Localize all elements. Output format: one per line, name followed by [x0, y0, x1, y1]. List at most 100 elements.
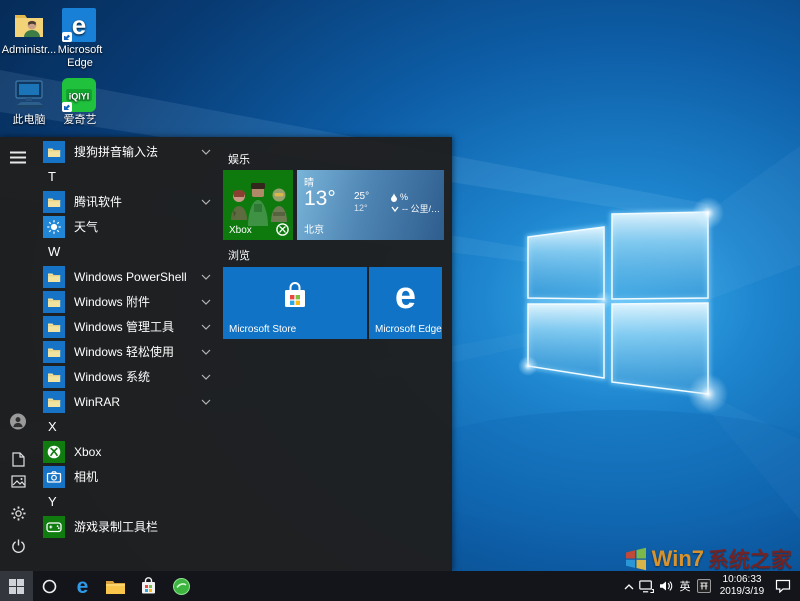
weather-wind: -- 公里/…	[402, 203, 440, 215]
section-letter: X	[48, 419, 57, 434]
app-label: Xbox	[74, 445, 218, 459]
app-label: 天气	[74, 218, 218, 235]
desktop-icon-iqiyi[interactable]: iQIYI 爱奇艺	[51, 78, 109, 127]
xbox-icon	[43, 441, 65, 463]
desktop-icon-label: 此电脑	[0, 114, 58, 127]
desktop-icon-label: Administr...	[0, 44, 58, 57]
chevron-down-icon[interactable]	[201, 349, 211, 355]
shortcut-arrow-icon	[62, 102, 72, 112]
tile-group-title-browse: 浏览	[228, 247, 250, 263]
settings-button[interactable]	[10, 505, 26, 521]
start-menu: 搜狗拼音输入法 T 腾讯软件天气 W Windows PowerShell Windows…	[0, 137, 452, 571]
iqiyi-icon: iQIYI	[62, 78, 98, 112]
cortana-search-button[interactable]	[33, 571, 66, 601]
desktop-icon-microsoft-edge[interactable]: e Microsoft Edge	[51, 8, 109, 70]
watermark: Win7 系统之家	[624, 544, 792, 574]
section-letter: W	[48, 244, 60, 259]
action-center-button[interactable]	[770, 571, 796, 601]
gamebar-icon	[43, 516, 65, 538]
xbox-sphere-icon	[276, 223, 289, 236]
tile-weather[interactable]: 晴 13° 25° 12° % -- 公里/… 北京	[297, 170, 444, 240]
weather-icon	[43, 216, 65, 238]
taskbar-edge-button[interactable]: e	[66, 571, 99, 601]
start-menu-app-list: 搜狗拼音输入法 T 腾讯软件天气 W Windows PowerShell Windows…	[36, 139, 218, 539]
folder-icon	[43, 141, 65, 163]
desktop-icon-administrator[interactable]: Administr...	[0, 8, 58, 57]
tray-time: 10:06:33	[723, 574, 762, 586]
app-list-item[interactable]: Windows 管理工具	[36, 314, 218, 339]
tile-label: Microsoft Edge	[375, 324, 442, 335]
desktop-icon-this-pc[interactable]: 此电脑	[0, 78, 58, 127]
chevron-down-icon[interactable]	[201, 374, 211, 380]
app-list-section-X[interactable]: X	[36, 414, 218, 439]
tile-label: Xbox	[229, 225, 252, 236]
language-indicator[interactable]: 英	[676, 571, 694, 601]
app-label: Windows 系统	[74, 368, 201, 385]
app-list-item[interactable]: 搜狗拼音输入法	[36, 139, 218, 164]
watermark-suffix: 系统之家	[708, 544, 792, 574]
edge-e-icon: e	[369, 275, 442, 318]
hamburger-menu-button[interactable]	[10, 149, 26, 165]
chevron-down-icon[interactable]	[201, 149, 211, 155]
folder-icon	[106, 579, 125, 594]
green-app-button[interactable]	[165, 571, 198, 601]
green-app-icon	[173, 578, 190, 595]
folder-icon	[43, 366, 65, 388]
power-button[interactable]	[10, 538, 26, 554]
volume-tray-button[interactable]	[656, 571, 676, 601]
ime-icon	[697, 579, 711, 593]
app-label: 搜狗拼音输入法	[74, 143, 201, 160]
app-list-item[interactable]: 腾讯软件	[36, 189, 218, 214]
chevron-down-icon[interactable]	[201, 399, 211, 405]
file-explorer-button[interactable]	[99, 571, 132, 601]
documents-button[interactable]	[10, 451, 26, 467]
app-list-item[interactable]: 游戏录制工具栏	[36, 514, 218, 539]
chevron-down-icon[interactable]	[201, 299, 211, 305]
chevron-down-icon[interactable]	[201, 199, 211, 205]
ime-indicator-button[interactable]	[694, 571, 714, 601]
edge-icon: e	[62, 8, 98, 42]
app-list-item[interactable]: 相机	[36, 464, 218, 489]
app-list-item[interactable]: Windows 系统	[36, 364, 218, 389]
action-center-icon	[775, 579, 791, 593]
store-bag-icon	[140, 577, 157, 595]
network-icon	[639, 580, 654, 593]
tile-xbox[interactable]: Xbox	[223, 170, 293, 240]
pictures-button[interactable]	[10, 473, 26, 489]
app-list-item[interactable]: Windows 附件	[36, 289, 218, 314]
windows-flag-icon	[624, 547, 648, 571]
network-tray-button[interactable]	[637, 571, 656, 601]
watermark-prefix: Win7	[652, 546, 704, 572]
chevron-down-icon[interactable]	[201, 274, 211, 280]
app-list-item[interactable]: 天气	[36, 214, 218, 239]
app-list-item[interactable]: WinRAR	[36, 389, 218, 414]
computer-icon	[11, 78, 47, 112]
app-list-section-W[interactable]: W	[36, 239, 218, 264]
start-menu-tiles: 娱乐 Xbox	[223, 137, 447, 571]
wind-arrow-icon	[391, 206, 399, 213]
camera-icon	[43, 466, 65, 488]
tile-microsoft-store[interactable]: Microsoft Store	[223, 267, 367, 339]
show-hidden-icons-button[interactable]	[621, 571, 637, 601]
app-label: 游戏录制工具栏	[74, 518, 218, 535]
tile-group-title-entertainment: 娱乐	[228, 151, 250, 167]
taskbar-clock[interactable]: 10:06:33 2019/3/19	[714, 571, 770, 601]
tile-microsoft-edge[interactable]: e Microsoft Edge	[369, 267, 442, 339]
weather-low: 12°	[354, 203, 368, 213]
app-list-item[interactable]: Windows PowerShell	[36, 264, 218, 289]
svg-text:iQIYI: iQIYI	[69, 92, 90, 102]
app-list-section-Y[interactable]: Y	[36, 489, 218, 514]
app-label: 腾讯软件	[74, 193, 201, 210]
chevron-down-icon[interactable]	[201, 324, 211, 330]
app-label: Windows 附件	[74, 293, 201, 310]
taskbar-store-button[interactable]	[132, 571, 165, 601]
section-letter: T	[48, 169, 56, 184]
start-menu-rail	[0, 137, 36, 571]
start-button[interactable]	[0, 571, 33, 601]
user-account-button[interactable]	[10, 413, 26, 429]
app-list-item[interactable]: Windows 轻松使用	[36, 339, 218, 364]
humidity-droplet-icon	[391, 193, 397, 202]
store-bag-icon	[280, 281, 310, 311]
app-list-item[interactable]: Xbox	[36, 439, 218, 464]
app-list-section-T[interactable]: T	[36, 164, 218, 189]
